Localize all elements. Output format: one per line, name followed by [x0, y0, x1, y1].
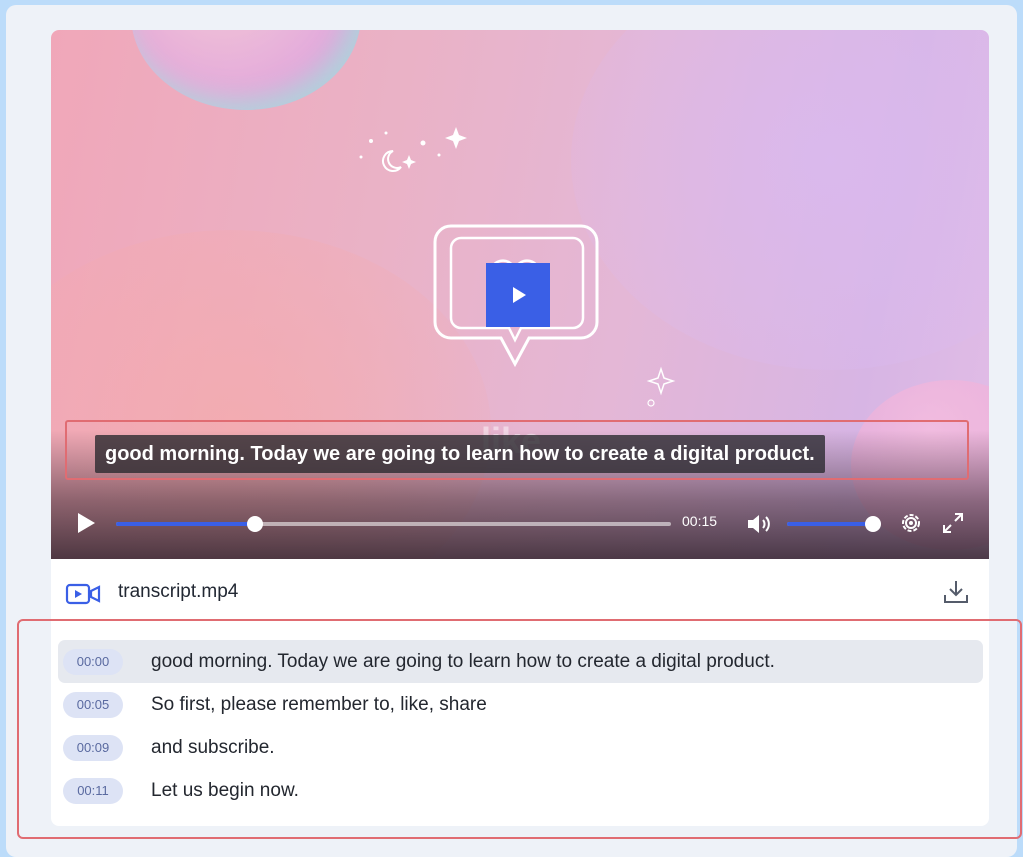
- transcript-row[interactable]: 00:05 So first, please remember to, like…: [58, 683, 983, 726]
- transcript-row[interactable]: 00:00 good morning. Today we are going t…: [58, 640, 983, 683]
- download-icon[interactable]: [942, 578, 970, 606]
- center-play-button[interactable]: [486, 263, 550, 327]
- timestamp-badge[interactable]: 00:05: [63, 691, 123, 718]
- video-player[interactable]: like good morning. Today we are going to…: [51, 30, 989, 559]
- player-controls: 00:15: [51, 501, 989, 545]
- transcript-text: Let us begin now.: [151, 779, 299, 801]
- play-icon: [513, 287, 526, 303]
- volume-slider[interactable]: [787, 516, 881, 532]
- background-glow: [571, 30, 989, 370]
- transcript-text: good morning. Today we are going to lear…: [151, 650, 775, 672]
- video-file-icon: [65, 583, 101, 605]
- timestamp-badge[interactable]: 00:00: [63, 648, 123, 675]
- fullscreen-icon[interactable]: [941, 511, 965, 535]
- transcript-row[interactable]: 00:09 and subscribe.: [58, 726, 983, 769]
- current-time: 00:15: [682, 513, 718, 529]
- transcript-list: 00:00 good morning. Today we are going t…: [58, 640, 983, 812]
- sparkles-icon: [646, 366, 676, 407]
- subtitle-caption: good morning. Today we are going to lear…: [95, 435, 825, 473]
- progress-bar[interactable]: [116, 516, 671, 532]
- progress-handle[interactable]: [246, 516, 263, 532]
- sparkles-moon-icon: [359, 127, 467, 172]
- transcript-row[interactable]: 00:11 Let us begin now.: [58, 769, 983, 812]
- file-name: transcript.mp4: [118, 581, 239, 602]
- transcript-text: and subscribe.: [151, 736, 275, 758]
- file-info-row: transcript.mp4: [51, 559, 989, 621]
- volume-icon[interactable]: [745, 512, 773, 536]
- timestamp-badge[interactable]: 00:11: [63, 777, 123, 804]
- settings-gear-icon[interactable]: [899, 511, 923, 535]
- volume-fill: [787, 522, 873, 526]
- play-icon[interactable]: [75, 511, 97, 535]
- volume-handle[interactable]: [865, 516, 881, 532]
- timestamp-badge[interactable]: 00:09: [63, 734, 123, 761]
- decorative-bubble: [131, 30, 361, 110]
- progress-fill: [116, 522, 255, 526]
- transcript-text: So first, please remember to, like, shar…: [151, 693, 487, 715]
